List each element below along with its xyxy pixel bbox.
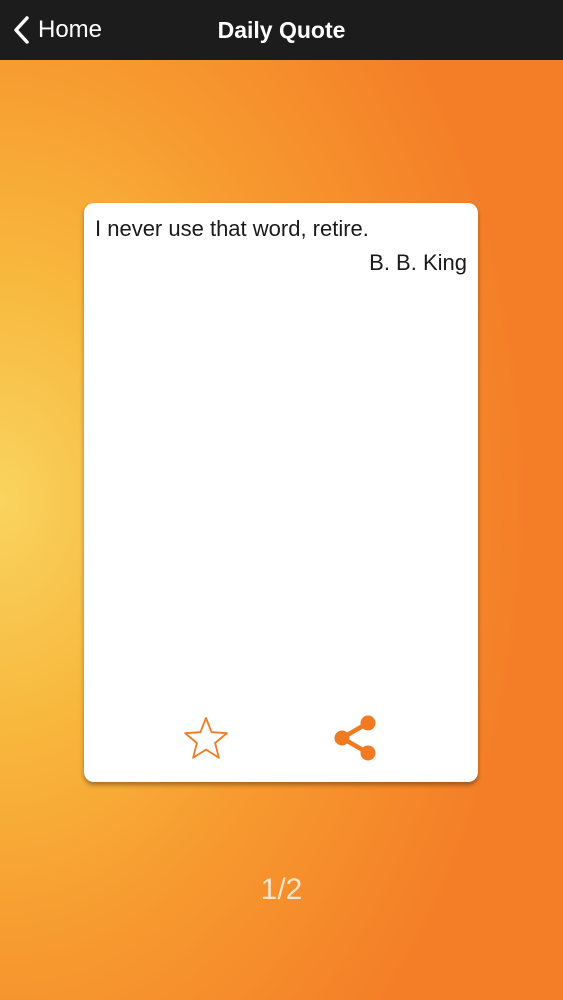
quote-text: I never use that word, retire. [95, 216, 369, 241]
favorite-button[interactable] [180, 713, 232, 765]
quote-card: I never use that word, retire. B. B. Kin… [84, 203, 478, 782]
share-button[interactable] [330, 713, 382, 765]
share-icon [330, 715, 382, 769]
quote-author: B. B. King [369, 250, 467, 275]
navigation-bar: Home Daily Quote [0, 0, 563, 60]
back-button-label: Home [38, 16, 103, 43]
chevron-left-icon [12, 15, 32, 45]
back-button[interactable]: Home [12, 0, 102, 60]
page-indicator: 1/2 [260, 873, 303, 906]
star-outline-icon [180, 717, 232, 769]
